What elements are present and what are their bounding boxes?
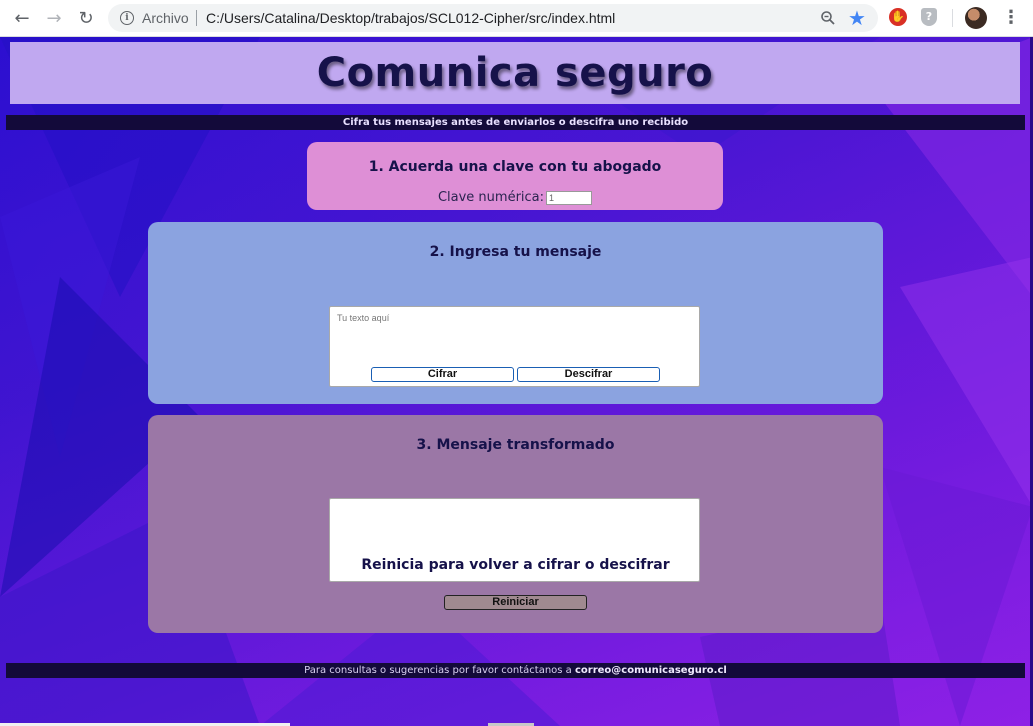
browser-toolbar: ← → ↻ i Archivo C:/Users/Catalina/Deskto… — [0, 0, 1033, 37]
footer-text: Para consultas o sugerencias por favor c… — [304, 665, 572, 676]
back-icon[interactable]: ← — [10, 6, 34, 30]
key-card: 1. Acuerda una clave con tu abogado Clav… — [307, 142, 723, 210]
forward-icon[interactable]: → — [42, 6, 66, 30]
footer-email[interactable]: correo@comunicaseguro.cl — [575, 665, 727, 676]
message-card: 2. Ingresa tu mensaje Tu texto aquí Cifr… — [148, 222, 883, 404]
shield-icon[interactable]: ? — [921, 8, 937, 26]
zoom-icon[interactable] — [820, 10, 836, 26]
reset-button[interactable]: Reiniciar — [444, 595, 587, 610]
cipher-button[interactable]: Cifrar — [371, 367, 514, 382]
adblock-icon[interactable]: ✋ — [889, 8, 907, 26]
toolbar-separator — [952, 9, 953, 27]
more-vert-icon[interactable]: ⋮ — [1002, 6, 1020, 30]
address-bar[interactable]: i Archivo C:/Users/Catalina/Desktop/trab… — [108, 4, 878, 32]
key-label: Clave numérica: — [437, 190, 545, 205]
header-banner: Comunica seguro — [10, 42, 1020, 104]
message-heading: 2. Ingresa tu mensaje — [429, 244, 602, 260]
page-title: Comunica seguro — [316, 50, 714, 96]
profile-avatar[interactable] — [965, 7, 987, 29]
footer-bar: Para consultas o sugerencias por favor c… — [6, 663, 1025, 678]
key-heading: 1. Acuerda una clave con tu abogado — [368, 159, 662, 175]
output-card: 3. Mensaje transformado Reinicia para vo… — [148, 415, 883, 633]
subtitle-bar: Cifra tus mensajes antes de enviarlos o … — [6, 115, 1025, 130]
key-input[interactable] — [546, 190, 593, 205]
bookmark-star-icon[interactable]: ★ — [848, 6, 866, 30]
output-heading: 3. Mensaje transformado — [416, 437, 615, 453]
reload-icon[interactable]: ↻ — [74, 6, 98, 30]
site-info-label[interactable]: Archivo — [142, 10, 189, 26]
address-separator — [196, 10, 197, 26]
key-row: Clave numérica: — [307, 190, 723, 205]
reset-instructions: Reinicia para volver a cifrar o descifra… — [361, 557, 670, 573]
page-body: Comunica seguro Cifra tus mensajes antes… — [0, 37, 1033, 726]
info-icon[interactable]: i — [120, 11, 134, 25]
url-text[interactable]: C:/Users/Catalina/Desktop/trabajos/SCL01… — [206, 10, 615, 26]
decipher-button[interactable]: Descifrar — [517, 367, 660, 382]
